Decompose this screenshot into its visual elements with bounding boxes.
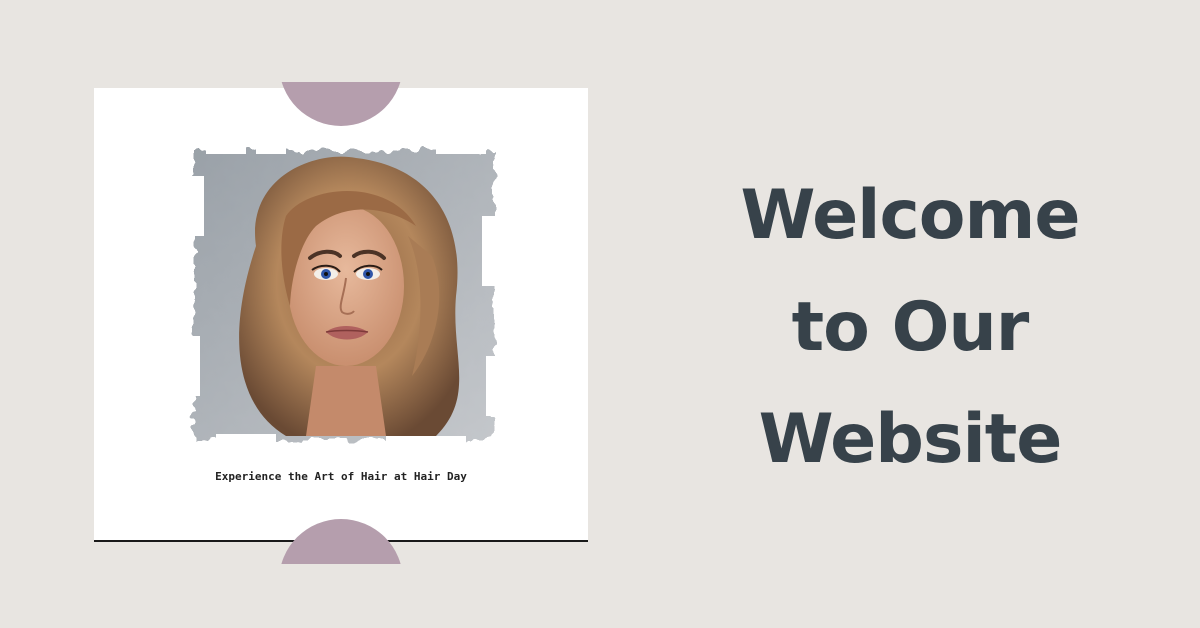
photo-caption: Experience the Art of Hair at Hair Day	[215, 470, 467, 483]
welcome-headline: Welcome to Our Website	[700, 160, 1120, 496]
portrait-illustration	[186, 136, 502, 452]
bottom-accent-semicircle	[279, 519, 403, 564]
headline-line-2: to Our	[791, 288, 1030, 367]
portrait-image	[186, 136, 502, 452]
promo-card: Experience the Art of Hair at Hair Day	[94, 88, 588, 542]
headline-line-1: Welcome	[740, 176, 1080, 255]
headline-line-3: Website	[758, 400, 1063, 479]
